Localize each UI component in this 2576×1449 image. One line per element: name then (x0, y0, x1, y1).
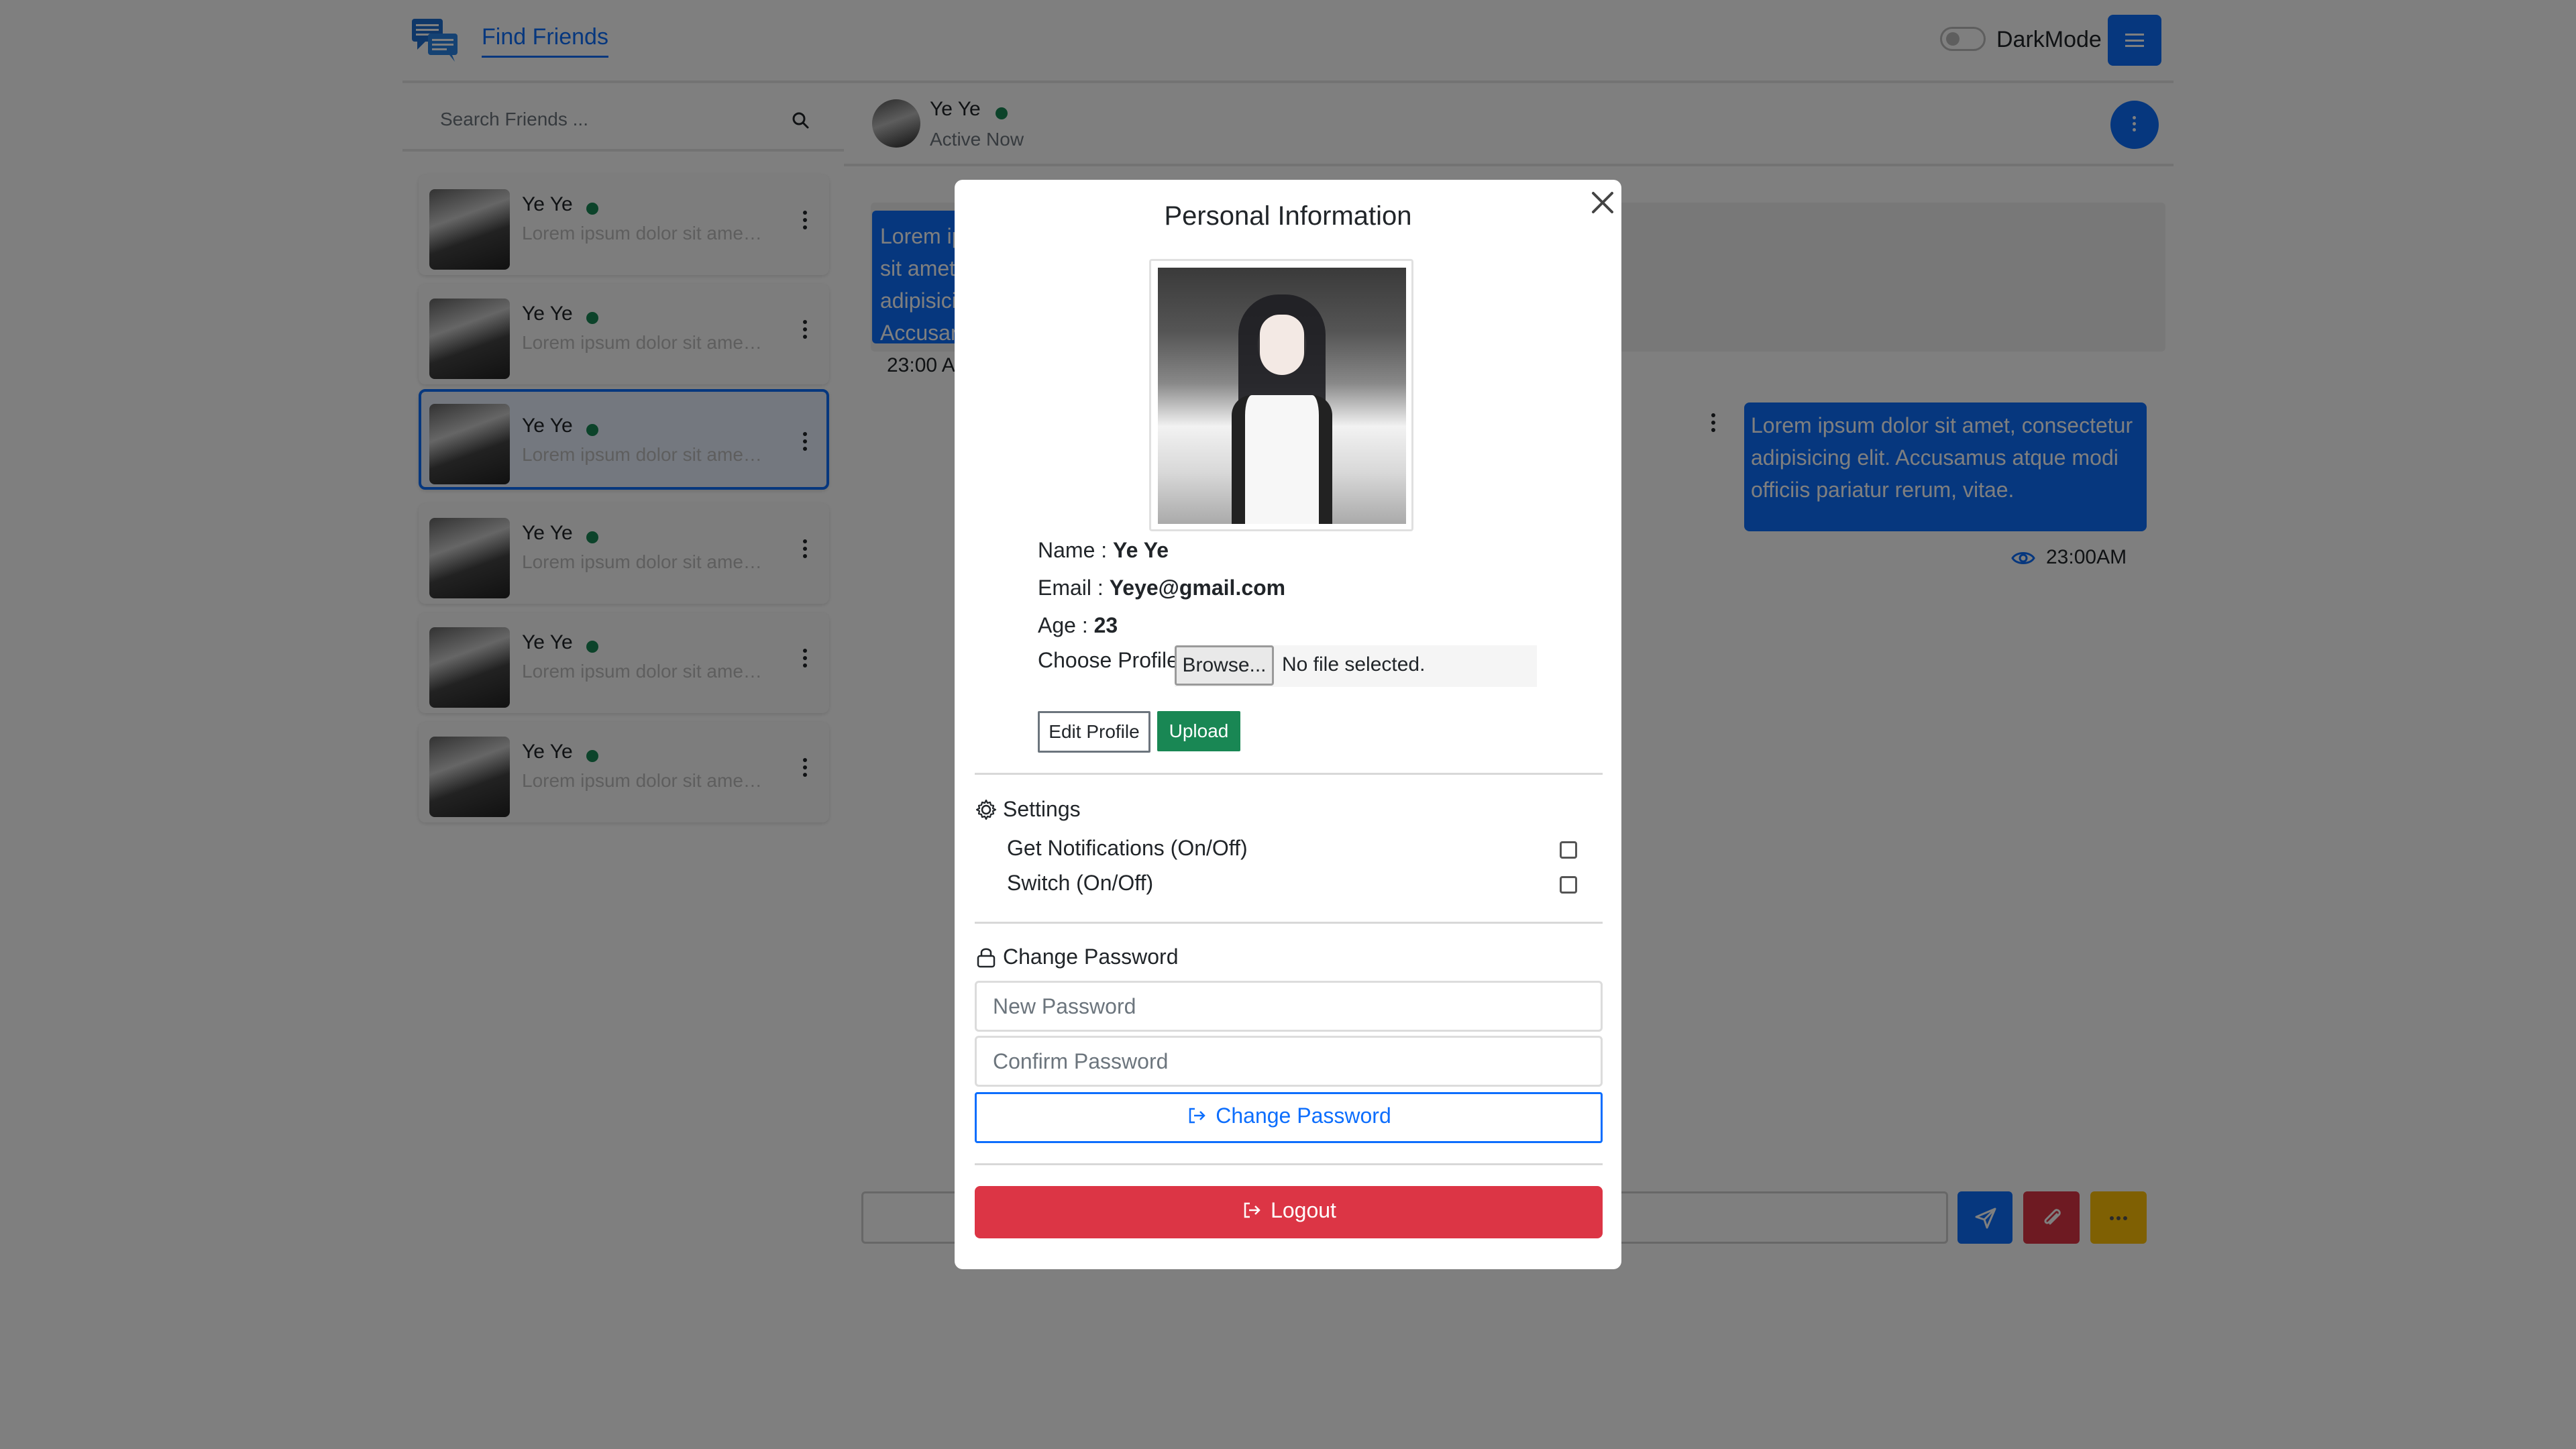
age-row: Age : 23 (1038, 613, 1118, 638)
divider (975, 773, 1603, 775)
profile-file-input[interactable]: Browse... No file selected. (1175, 645, 1537, 687)
age-value: 23 (1093, 613, 1118, 637)
email-label: Email : (1038, 576, 1110, 600)
divider (975, 1163, 1603, 1165)
divider (975, 922, 1603, 924)
name-label: Name : (1038, 538, 1114, 562)
logout-icon (1189, 1108, 1206, 1124)
confirm-password-field[interactable] (975, 1036, 1603, 1087)
email-value: Yeye@gmail.com (1109, 576, 1286, 600)
notifications-checkbox[interactable] (1560, 841, 1577, 859)
setting-notifications: Get Notifications (On/Off) (1007, 836, 1577, 868)
setting-label: Switch (On/Off) (1007, 871, 1154, 895)
modal-title: Personal Information (1164, 201, 1412, 231)
email-row: Email : Yeye@gmail.com (1038, 576, 1285, 600)
lock-icon (977, 948, 996, 968)
new-password-field[interactable] (975, 981, 1603, 1032)
profile-picture-frame (1149, 259, 1413, 531)
setting-label: Get Notifications (On/Off) (1007, 836, 1248, 860)
edit-profile-button[interactable]: Edit Profile (1038, 711, 1150, 753)
personal-information-modal: Personal Information Name : Ye Ye Email … (955, 180, 1621, 1269)
logout-button[interactable]: Logout (975, 1186, 1603, 1238)
browse-button[interactable]: Browse... (1175, 645, 1274, 686)
settings-heading-label: Settings (1003, 797, 1081, 821)
change-password-button-label: Change Password (1216, 1103, 1391, 1128)
choose-profile-label: Choose Profile (1038, 648, 1179, 672)
switch-checkbox[interactable] (1560, 876, 1577, 894)
setting-switch: Switch (On/Off) (1007, 871, 1577, 903)
logout-button-label: Logout (1271, 1197, 1336, 1222)
name-value: Ye Ye (1113, 538, 1169, 562)
gear-icon (975, 799, 997, 820)
change-password-heading-label: Change Password (1003, 945, 1179, 969)
age-label: Age : (1038, 613, 1094, 637)
chat-app: Find Friends DarkMode Ye Ye Lorem ipsum … (0, 0, 2576, 1449)
upload-button[interactable]: Upload (1157, 711, 1240, 751)
logout-icon (1244, 1203, 1260, 1218)
profile-picture (1158, 268, 1406, 524)
no-file-text: No file selected. (1282, 653, 1426, 676)
name-row: Name : Ye Ye (1038, 538, 1169, 563)
change-password-button[interactable]: Change Password (975, 1092, 1603, 1143)
